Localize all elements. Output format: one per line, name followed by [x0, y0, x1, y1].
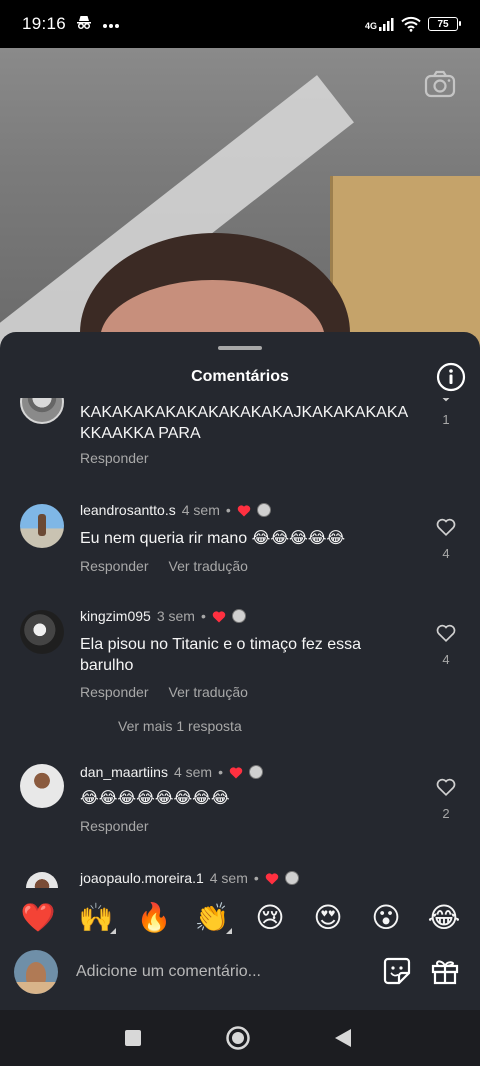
heart-outline-icon	[436, 778, 456, 796]
comment-header: joaopaulo.moreira.1 4 sem •	[80, 870, 299, 886]
creator-avatar	[284, 871, 299, 885]
creator-avatar	[248, 765, 263, 779]
comment-time: 4 sem	[173, 764, 213, 780]
avatar[interactable]	[26, 872, 58, 888]
comment-item: KAKAKAKAKAKAKAKAKAKAJKAKAKAKAKAKKAAKKA P…	[0, 398, 480, 480]
comment-actions: Responder Ver tradução	[80, 684, 248, 700]
incognito-icon	[76, 14, 92, 34]
triangle-back-icon	[335, 1029, 351, 1047]
comment-header: leandrosantto.s 4 sem •	[80, 502, 271, 518]
square-icon	[125, 1030, 141, 1046]
comment-username[interactable]: dan_maartiins	[80, 764, 168, 780]
comment-username[interactable]: kingzim095	[80, 608, 151, 624]
circle-icon	[226, 1026, 250, 1050]
like-count: 1	[442, 412, 450, 427]
creator-heart-icon	[237, 504, 251, 516]
reply-button[interactable]: Responder	[80, 558, 149, 574]
video-door	[330, 176, 480, 348]
heart-outline-icon	[436, 624, 456, 642]
back-button[interactable]	[329, 1024, 357, 1052]
like-count: 4	[442, 546, 450, 561]
video-background[interactable]	[0, 48, 480, 348]
like-count: 2	[442, 806, 450, 821]
emoji-reaction-bar: ❤️ 🙌 🔥 👏 😢 😍 😮 😂	[0, 896, 480, 940]
more-notifications-icon	[102, 16, 120, 33]
battery-level: 75	[437, 18, 449, 30]
see-more-replies-button[interactable]: Ver mais 1 resposta	[118, 718, 242, 734]
comment-item: joaopaulo.moreira.1 4 sem •	[0, 870, 480, 888]
camera-icon[interactable]	[424, 70, 456, 98]
comment-actions: Responder	[80, 818, 149, 834]
comment-item: kingzim095 3 sem • Ela pisou no Titanic …	[0, 608, 480, 744]
current-user-avatar	[14, 950, 58, 994]
comment-item: leandrosantto.s 4 sem • Eu nem queria ri…	[0, 502, 480, 602]
avatar[interactable]	[20, 398, 64, 424]
comment-text: Ela pisou no Titanic e o timaço fez essa…	[80, 636, 362, 674]
emoji-laughing-button[interactable]: 😂	[426, 902, 462, 934]
sheet-title: Comentários	[191, 368, 289, 385]
comment-username[interactable]: joaopaulo.moreira.1	[80, 870, 204, 886]
home-button[interactable]	[224, 1024, 252, 1052]
recents-button[interactable]	[119, 1024, 147, 1052]
network-type: 4G	[364, 21, 377, 31]
avatar[interactable]	[20, 504, 64, 548]
reply-button[interactable]: Responder	[80, 450, 149, 466]
like-button[interactable]: 4	[432, 518, 460, 561]
comment-header: kingzim095 3 sem •	[80, 608, 246, 624]
avatar[interactable]	[20, 764, 64, 808]
comment-header: dan_maartiins 4 sem •	[80, 764, 263, 780]
comment-actions: Responder Ver tradução	[80, 558, 248, 574]
like-button[interactable]: 2	[432, 778, 460, 821]
separator-dot: •	[225, 502, 231, 518]
gift-icon[interactable]	[430, 956, 460, 986]
like-button[interactable]: 4	[432, 624, 460, 667]
system-nav-bar	[0, 1010, 480, 1066]
like-count: 4	[442, 652, 450, 667]
comment-time: 4 sem	[209, 870, 248, 886]
separator-dot: •	[218, 764, 223, 780]
separator-dot: •	[253, 870, 259, 886]
replies-toggle[interactable]: 1	[432, 398, 460, 427]
wifi-icon	[401, 16, 421, 32]
emoji-heart-eyes-button[interactable]: 😍	[310, 902, 346, 934]
emoji-heart-button[interactable]: ❤️	[20, 902, 56, 934]
comment-text: KAKAKAKAKAKAKAKAKAKAJKAKAKAKAKAKKAAKKA P…	[80, 404, 409, 442]
chevron-down-icon	[442, 398, 450, 402]
reply-button[interactable]: Responder	[80, 818, 149, 834]
creator-avatar	[231, 609, 246, 623]
creator-avatar	[256, 503, 271, 517]
separator-dot: •	[200, 608, 206, 624]
emoji-fire-button[interactable]: 🔥	[136, 902, 172, 934]
comment-text: Eu nem queria rir mano 😂😂😂😂😂	[80, 530, 346, 547]
sticker-icon[interactable]	[382, 956, 412, 986]
drag-handle[interactable]	[218, 346, 262, 350]
emoji-clap-button[interactable]: 👏	[194, 902, 232, 934]
creator-heart-icon	[265, 872, 279, 884]
emoji-crying-button[interactable]: 😢	[252, 902, 288, 934]
signal-icon: 4G	[365, 17, 394, 31]
comments-list[interactable]: KAKAKAKAKAKAKAKAKAKAJKAKAKAKAKAKKAAKKA P…	[0, 398, 480, 888]
comment-text: 😂😂😂😂😂😂😂😂	[80, 790, 230, 807]
reply-button[interactable]: Responder	[80, 684, 149, 700]
emoji-surprised-button[interactable]: 😮	[368, 902, 404, 934]
comments-sheet: Comentários KAKAKAKAKAKAKAKAKAKAJKAKAKAK…	[0, 332, 480, 1010]
comment-actions: Responder	[80, 450, 149, 466]
status-time: 19:16	[22, 14, 67, 33]
comment-item: dan_maartiins 4 sem • 😂😂😂😂😂😂😂😂 Responder…	[0, 764, 480, 864]
emoji-raised-hands-button[interactable]: 🙌	[78, 902, 116, 934]
comment-time: 4 sem	[181, 502, 220, 518]
battery-indicator: 75	[428, 17, 461, 31]
see-translation-button[interactable]: Ver tradução	[169, 558, 248, 574]
creator-heart-icon	[229, 766, 243, 778]
status-bar: 19:16 4G 75	[0, 0, 480, 48]
comment-username[interactable]: leandrosantto.s	[80, 502, 176, 518]
comment-time: 3 sem	[156, 608, 195, 624]
comment-input[interactable]	[76, 960, 366, 984]
comment-composer	[0, 944, 480, 1004]
see-translation-button[interactable]: Ver tradução	[169, 684, 248, 700]
creator-heart-icon	[212, 610, 226, 622]
info-icon[interactable]	[436, 362, 466, 392]
avatar[interactable]	[20, 610, 64, 654]
heart-outline-icon	[436, 518, 456, 536]
